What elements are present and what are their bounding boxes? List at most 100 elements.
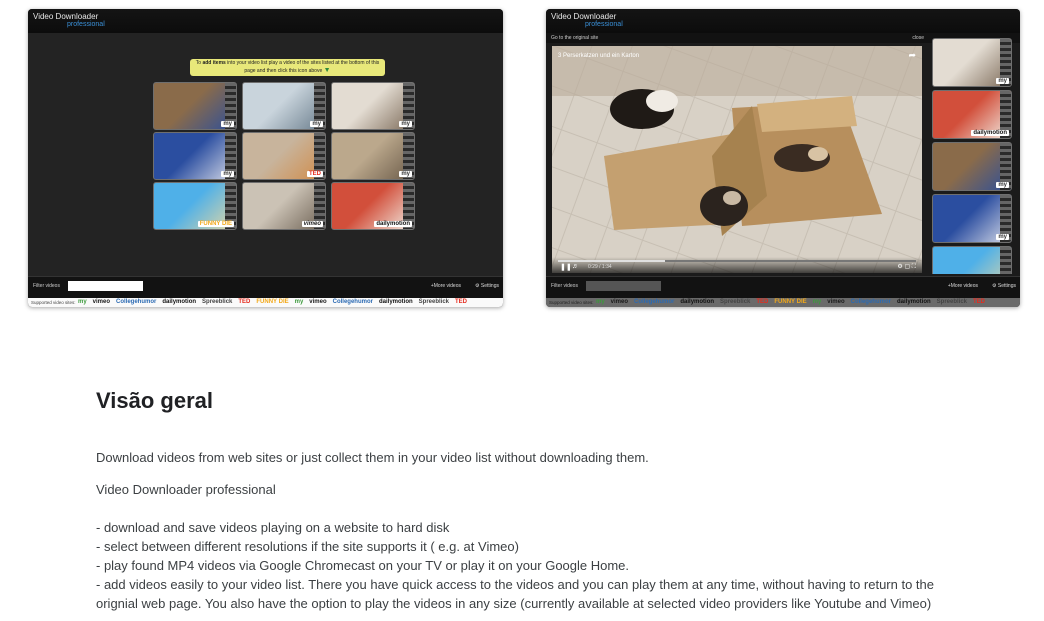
site-logo: vimeo (92, 299, 111, 305)
site-logo: vimeo (610, 299, 629, 305)
site-logo: FUNNY DIE (774, 299, 807, 305)
app-name: Video Downloader (33, 12, 99, 21)
filter-input[interactable] (68, 281, 143, 291)
provider-badge: dailymotion (971, 130, 1009, 136)
site-logo: Spreeblick (936, 299, 968, 305)
site-logo: vimeo (309, 299, 327, 305)
pause-icon[interactable]: ❚❚ (560, 263, 572, 271)
site-logo: my (812, 299, 822, 305)
site-logo: Collegehumor (332, 299, 373, 305)
more-videos-button[interactable]: +More videos (431, 283, 461, 289)
progress-bar[interactable] (558, 260, 916, 262)
provider-badge: my (996, 182, 1009, 188)
provider-badge: my (310, 121, 323, 127)
hint-text: into your video list play a video of the… (225, 60, 380, 74)
fullscreen-icon[interactable]: ⚙ ▢ ⛶ (897, 263, 916, 271)
site-logo: my (596, 299, 605, 305)
progress-fill (558, 260, 666, 262)
down-arrow-icon: ▼ (323, 67, 331, 74)
video-thumbnail[interactable]: dailymotion (932, 90, 1012, 139)
app-name: Video Downloader (551, 12, 617, 21)
filter-input[interactable] (586, 281, 661, 291)
site-logo: Spreeblick (418, 299, 450, 305)
filter-label: Filter videos (33, 283, 60, 289)
provider-badge: vimeo (301, 221, 323, 227)
provider-badge: my (399, 121, 412, 127)
app-subtitle: professional (67, 21, 105, 28)
video-thumbnail[interactable]: my (242, 82, 326, 130)
provider-badge: my (399, 171, 412, 177)
close-link[interactable]: close (912, 35, 924, 41)
video-thumbnail[interactable]: my (153, 132, 237, 180)
hint-bold: add items (202, 60, 226, 66)
player-controls: ❚❚ ♬ 0:29 / 1:34 ⚙ ▢ ⛶ (552, 257, 922, 273)
go-to-original-link[interactable]: Go to the original site (551, 35, 598, 41)
site-logo: dailymotion (162, 299, 197, 305)
site-logo: dailymotion (680, 299, 715, 305)
supported-label: Supported video sites: (31, 300, 76, 305)
site-logo: Collegehumor (850, 299, 891, 305)
video-thumbnail[interactable]: my (331, 82, 415, 130)
provider-badge: TED (307, 171, 323, 177)
site-logo: FUNNY DIE (256, 299, 289, 305)
site-logo: TED (973, 299, 986, 305)
settings-button[interactable]: ⚙ Settings (475, 283, 499, 289)
video-thumbnail[interactable]: my (932, 142, 1012, 191)
site-logo: TED (238, 299, 251, 305)
video-thumbnail[interactable]: my (932, 194, 1012, 243)
share-icon[interactable]: ➦ (908, 50, 916, 61)
provider-badge: FUNNY DIE (197, 221, 234, 227)
screenshot-video-list[interactable]: Video Downloader professional To add ite… (28, 9, 503, 307)
screenshot-video-player[interactable]: Video Downloader professional Go to the … (546, 9, 1020, 307)
product-name-paragraph: Video Downloader professional (96, 482, 276, 497)
provider-badge: my (221, 121, 234, 127)
feature-item: - select between different resolutions i… (96, 539, 519, 554)
feature-item: - add videos easily to your video list. … (96, 577, 935, 611)
video-frame (552, 46, 922, 273)
side-video-list[interactable]: my dailymotion my my (932, 38, 1012, 274)
overview-heading: Visão geral (96, 388, 213, 413)
supported-sites-strip: Supported video sites: my vimeo Collegehum… (546, 298, 1020, 307)
provider-badge: my (996, 234, 1009, 240)
supported-logos: my vimeo Collegehumor dailymotion Spreeblick… (596, 298, 991, 307)
app-subtitle: professional (585, 21, 623, 28)
feature-item: - play found MP4 videos via Google Chrom… (96, 558, 630, 573)
add-items-hint: To add items into your video list play a… (190, 59, 385, 76)
more-videos-button[interactable]: +More videos (948, 283, 978, 289)
video-thumbnail[interactable]: my (331, 132, 415, 180)
supported-label: Supported video sites: (549, 300, 594, 305)
time-display: 0:29 / 1:34 (588, 264, 612, 270)
video-player[interactable]: 3 Perserkatzen und ein Karton ➦ ❚❚ ♬ 0:2… (552, 46, 922, 273)
feature-item: - download and save videos playing on a … (96, 520, 450, 535)
site-logo: Spreeblick (720, 299, 751, 305)
video-thumbnail[interactable]: vimeo (242, 182, 326, 230)
provider-badge: dailymotion (374, 221, 412, 227)
video-thumbnail[interactable]: my (932, 38, 1012, 87)
video-thumbnail[interactable]: FUNNY DIE (153, 182, 237, 230)
bottom-bar: Filter videos +More videos ⚙ Settings (28, 276, 503, 298)
video-thumbnail[interactable]: dailymotion (331, 182, 415, 230)
site-logo: Spreeblick (202, 299, 233, 305)
supported-sites-strip: Supported video sites: my vimeo Collegehum… (28, 298, 503, 307)
site-logo: dailymotion (896, 299, 931, 305)
provider-badge: my (996, 78, 1009, 84)
video-thumbnail[interactable] (932, 246, 1012, 274)
supported-logos: my vimeo Collegehumor dailymotion Spreeblick… (78, 298, 473, 307)
settings-button[interactable]: ⚙ Settings (992, 283, 1016, 289)
provider-badge: my (221, 171, 234, 177)
video-thumbnail[interactable]: TED (242, 132, 326, 180)
app-titlebar: Video Downloader professional (546, 9, 1020, 34)
bottom-bar: Filter videos +More videos ⚙ Settings (546, 276, 1020, 298)
feature-list: - download and save videos playing on a … (96, 518, 956, 613)
site-logo: TED (756, 299, 769, 305)
filmstrip-edge (1000, 247, 1011, 274)
site-logo: Collegehumor (634, 299, 675, 305)
app-titlebar: Video Downloader professional (28, 9, 503, 34)
site-logo: vimeo (827, 299, 845, 305)
site-logo: my (78, 299, 87, 305)
volume-icon[interactable]: ♬ (572, 263, 579, 270)
site-logo: dailymotion (378, 299, 413, 305)
site-logo: Collegehumor (116, 299, 157, 305)
video-thumbnail[interactable]: my (153, 82, 237, 130)
site-logo: TED (455, 299, 468, 305)
